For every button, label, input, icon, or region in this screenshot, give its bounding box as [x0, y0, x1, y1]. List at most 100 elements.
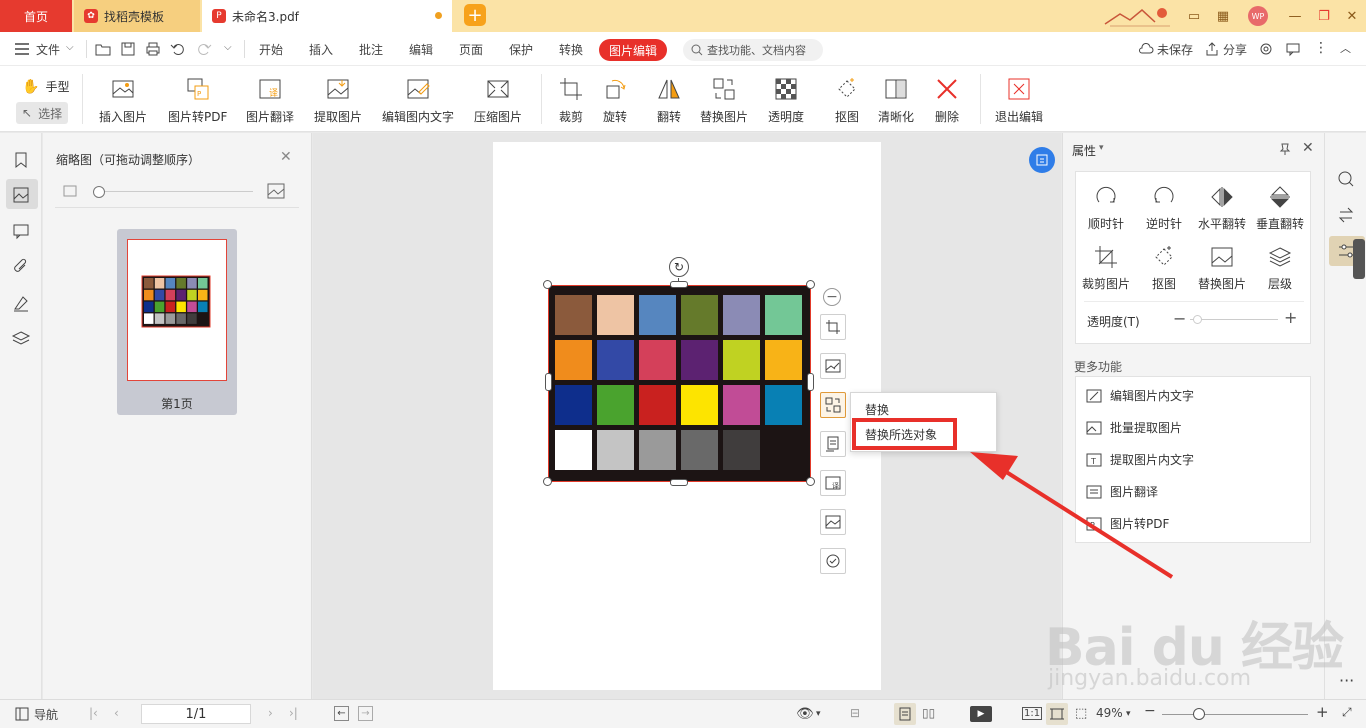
resize-handle-bottom[interactable] — [670, 479, 688, 486]
fullscreen-icon[interactable]: ⤢ — [1342, 705, 1352, 720]
selected-image[interactable] — [548, 285, 811, 482]
undo-icon[interactable] — [170, 41, 186, 57]
flip-button[interactable]: 翻转 — [656, 76, 682, 125]
extract-image-button[interactable]: 提取图片 — [314, 76, 362, 125]
layout-icon[interactable]: ▭ — [1184, 6, 1204, 26]
cutout-button[interactable]: 抠图 — [834, 76, 860, 125]
prev-page-icon[interactable]: ‹ — [114, 706, 119, 720]
page-number-input[interactable]: 1/1 — [141, 704, 251, 724]
small-image-icon[interactable] — [63, 185, 77, 197]
open-folder-icon[interactable] — [95, 41, 111, 57]
crop-button[interactable]: 裁剪 — [558, 76, 584, 125]
zoom-chevron-icon[interactable]: ▾ — [1126, 709, 1131, 719]
resize-handle-bottom-right[interactable] — [806, 477, 815, 486]
edit-image-tool-button[interactable] — [820, 353, 846, 379]
resize-handle-right[interactable] — [807, 373, 814, 391]
replace-image-button[interactable]: 替换图片 — [700, 76, 748, 125]
share-button[interactable]: 分享 — [1223, 41, 1247, 58]
fit-page-active[interactable] — [1046, 703, 1068, 725]
collapse-ribbon-icon[interactable]: ︿ — [1340, 40, 1351, 56]
sharpen-button[interactable]: 清晰化 — [878, 76, 914, 125]
pin-icon[interactable] — [1278, 142, 1292, 156]
transparency-button[interactable]: 透明度 — [768, 76, 804, 125]
menu-start[interactable]: 开始 — [259, 41, 283, 58]
image-to-pdf-button[interactable]: P 图片转PDF — [168, 76, 227, 125]
opacity-increase-icon[interactable]: + — [1284, 308, 1297, 327]
minimize-icon[interactable]: — — [1285, 6, 1305, 26]
more-batch-extract[interactable]: 批量提取图片 — [1086, 419, 1182, 436]
print-icon[interactable] — [145, 41, 161, 57]
edit-image-text-button[interactable]: 编辑图内文字 — [382, 76, 454, 125]
thumbnail-size-slider[interactable] — [99, 191, 253, 192]
flip-horizontal-button[interactable]: 水平翻转 — [1193, 184, 1251, 232]
new-tab-button[interactable]: + — [464, 4, 486, 26]
opacity-decrease-icon[interactable]: − — [1173, 309, 1186, 328]
layer-button[interactable]: 层级 — [1251, 244, 1309, 292]
image-translate-button[interactable]: 译 图片翻译 — [246, 76, 294, 125]
page-mode-active[interactable] — [894, 703, 916, 725]
panel-resize-grip[interactable] — [1353, 239, 1365, 279]
more-edit-image-text[interactable]: 编辑图片内文字 — [1086, 387, 1194, 404]
close-panel-icon[interactable]: ✕ — [1302, 140, 1314, 156]
annotation-icon[interactable] — [11, 221, 31, 241]
navigation-icon[interactable] — [15, 707, 29, 721]
back-icon[interactable]: ← — [334, 706, 349, 721]
opacity-slider[interactable] — [1190, 319, 1278, 320]
rotate-button[interactable]: 旋转 — [602, 76, 628, 125]
floating-assistant-icon[interactable] — [1029, 147, 1055, 173]
rotate-handle-icon[interactable]: ↻ — [669, 257, 689, 277]
crop-tool-button[interactable] — [820, 314, 846, 340]
resize-handle-top-right[interactable] — [806, 280, 815, 289]
grid-icon[interactable]: ▦ — [1213, 6, 1233, 26]
menu-convert[interactable]: 转换 — [559, 41, 583, 58]
menu-file[interactable]: 文件 — [36, 41, 60, 58]
menu-picture-edit[interactable]: 图片编辑 — [599, 39, 667, 61]
search-input[interactable]: 查找功能、文档内容 — [683, 39, 823, 61]
restore-icon[interactable]: ❐ — [1314, 6, 1334, 26]
chevron-down-icon[interactable]: ⌵ — [66, 42, 74, 53]
fit-width-icon[interactable]: ⬚ — [1075, 706, 1087, 721]
more-chevron-icon[interactable]: ⌵ — [224, 42, 232, 53]
collapse-tools-icon[interactable]: − — [823, 288, 841, 306]
close-panel-icon[interactable]: ✕ — [280, 149, 292, 165]
zoom-slider-knob[interactable] — [1193, 708, 1205, 720]
cutout-panel-button[interactable]: 抠图 — [1135, 244, 1193, 292]
settings-icon[interactable] — [1258, 41, 1274, 57]
zoom-search-icon[interactable] — [1336, 169, 1356, 189]
hamburger-icon[interactable] — [14, 42, 30, 56]
menu-page[interactable]: 页面 — [459, 41, 483, 58]
navigation-label[interactable]: 导航 — [34, 706, 58, 723]
slider-knob[interactable] — [93, 186, 105, 198]
comment-icon[interactable] — [1285, 41, 1301, 57]
more-menu-icon[interactable]: ⋮ — [1314, 40, 1328, 56]
resize-handle-bottom-left[interactable] — [543, 477, 552, 486]
counterclockwise-button[interactable]: 逆时针 — [1135, 184, 1193, 232]
actual-size-button[interactable]: 1:1 — [1022, 707, 1043, 720]
select-tool-button[interactable]: ↖ 选择 — [16, 102, 68, 124]
resize-handle-left[interactable] — [545, 373, 552, 391]
next-page-icon[interactable]: › — [268, 706, 273, 720]
translate-tool-button[interactable]: 译 — [820, 470, 846, 496]
crop-image-button[interactable]: 裁剪图片 — [1077, 244, 1135, 292]
resize-handle-top-left[interactable] — [543, 280, 552, 289]
play-icon[interactable]: ▶ — [970, 706, 992, 722]
zoom-out-icon[interactable]: − — [1144, 703, 1156, 719]
save-icon[interactable] — [120, 41, 136, 57]
more-image-to-pdf[interactable]: P 图片转PDF — [1086, 515, 1169, 532]
forward-icon[interactable]: → — [358, 706, 373, 721]
tab-document[interactable]: P 未命名3.pdf — [202, 0, 452, 32]
bookmark-icon[interactable] — [11, 150, 31, 170]
convert-icon[interactable] — [1336, 205, 1356, 225]
chevron-down-icon[interactable]: ▾ — [1099, 143, 1104, 153]
page-thumbnail[interactable]: 第1页 — [117, 229, 237, 415]
tab-home[interactable]: 首页 — [0, 0, 72, 32]
eye-mode-icon[interactable]: 👁 — [796, 706, 814, 722]
eye-chevron-icon[interactable]: ▾ — [816, 709, 821, 719]
unsaved-status[interactable]: 未保存 — [1157, 41, 1193, 58]
menu-protect[interactable]: 保护 — [509, 41, 533, 58]
menu-edit[interactable]: 编辑 — [409, 41, 433, 58]
menu-insert[interactable]: 插入 — [309, 41, 333, 58]
menu-annotate[interactable]: 批注 — [359, 41, 383, 58]
zoom-value[interactable]: 49% — [1096, 706, 1123, 720]
clockwise-button[interactable]: 顺时针 — [1077, 184, 1135, 232]
